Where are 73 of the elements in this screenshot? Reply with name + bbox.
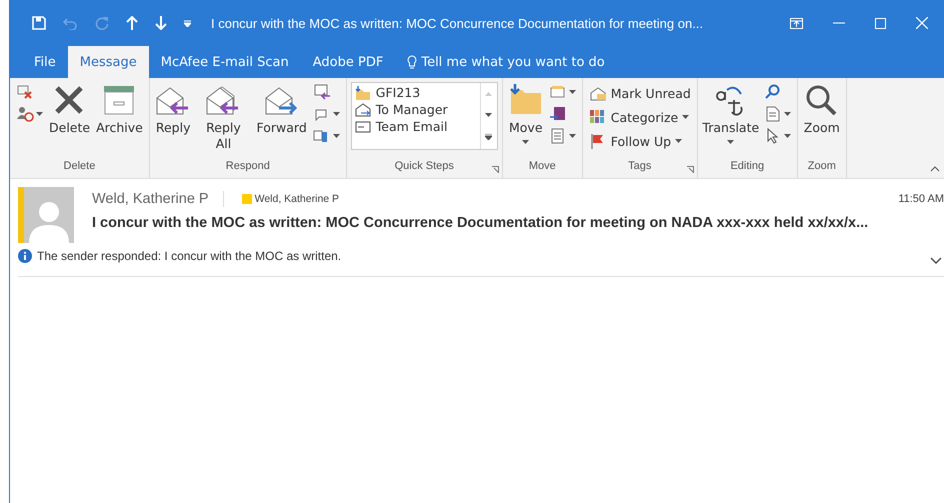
next-item-button[interactable] bbox=[155, 16, 167, 30]
group-label: Editing bbox=[729, 160, 766, 174]
expand-header-button[interactable] bbox=[930, 257, 942, 264]
category-tag: Weld, Katherine P bbox=[242, 193, 340, 205]
group-label: Respond bbox=[224, 160, 271, 174]
lightbulb-icon bbox=[407, 54, 418, 70]
group-label: Move bbox=[528, 160, 557, 174]
window-title: I concur with the MOC as written: MOC Concurrence Documentation for meeting on... bbox=[211, 16, 704, 30]
ribbon-button[interactable]: Archive bbox=[94, 82, 145, 138]
caret-icon bbox=[784, 134, 791, 138]
close-icon bbox=[916, 17, 928, 29]
chevron-down-icon bbox=[930, 257, 942, 264]
folder-icon bbox=[354, 86, 371, 100]
magnifier-icon bbox=[804, 84, 839, 116]
tag-button[interactable]: Mark Unread bbox=[586, 82, 693, 104]
info-text: The sender responded: I concur with the MOC as written. bbox=[37, 249, 342, 263]
close-button[interactable] bbox=[916, 17, 928, 29]
chevron-up-icon bbox=[930, 166, 940, 172]
ribbon-tab[interactable]: File bbox=[22, 46, 68, 78]
maximize-icon bbox=[875, 18, 886, 28]
caret-icon bbox=[332, 134, 340, 138]
collapse-ribbon-button[interactable] bbox=[930, 166, 940, 172]
minimize-button[interactable] bbox=[833, 22, 845, 24]
message-subject: I concur with the MOC as written: MOC Concurrence Documentation for meeting on NADA xxx-xxx held xx/xx/x... bbox=[92, 215, 870, 231]
quick-step-item[interactable]: To Manager bbox=[352, 101, 480, 118]
group-label: Quick Steps bbox=[394, 160, 455, 174]
dialog-launcher-icon[interactable] bbox=[492, 166, 499, 173]
caret-icon bbox=[332, 112, 340, 116]
tag-button[interactable]: Categorize bbox=[586, 106, 693, 128]
save-button[interactable] bbox=[32, 16, 46, 30]
ribbon-button[interactable]: Delete bbox=[47, 82, 92, 138]
expand-gallery-icon[interactable] bbox=[485, 134, 492, 140]
minimize-icon bbox=[833, 22, 845, 24]
ribbon-button[interactable]: Forward bbox=[254, 82, 309, 138]
tag-button[interactable]: Follow Up bbox=[586, 130, 693, 152]
search-icon bbox=[764, 84, 782, 100]
ribbon-button[interactable]: Reply All bbox=[194, 82, 252, 154]
caret-icon bbox=[568, 90, 576, 94]
quick-step-item[interactable]: Team Email bbox=[352, 118, 480, 135]
document-icon bbox=[764, 106, 782, 122]
maximize-button[interactable] bbox=[875, 18, 886, 28]
sender-name: Weld, Katherine P bbox=[92, 191, 224, 207]
ribbon-options-button[interactable] bbox=[790, 18, 803, 28]
block-sender-icon bbox=[16, 106, 34, 122]
group-label: Tags bbox=[627, 160, 652, 174]
ribbon-tab[interactable]: McAfee E-mail Scan bbox=[148, 46, 301, 78]
caret-icon bbox=[784, 112, 791, 116]
tell-me-field[interactable]: Tell me what you want to do bbox=[401, 46, 611, 78]
group-label: Zoom bbox=[806, 160, 837, 174]
previous-item-button[interactable] bbox=[126, 16, 138, 30]
ribbon-button[interactable]: Move bbox=[506, 82, 545, 146]
customize-button[interactable] bbox=[184, 20, 191, 26]
flag-bar bbox=[18, 187, 24, 243]
block-sender-button[interactable] bbox=[14, 104, 45, 124]
category-grid-icon bbox=[588, 109, 607, 125]
ribbon-button[interactable]: Zoom bbox=[802, 82, 842, 138]
group-label: Delete bbox=[62, 160, 96, 174]
ribbon-button[interactable]: Reply bbox=[154, 82, 192, 138]
caret-icon bbox=[568, 134, 576, 138]
scroll-down-icon bbox=[485, 112, 492, 117]
ribbon-tab[interactable]: Adobe PDF bbox=[300, 46, 396, 78]
avatar-silhouette bbox=[24, 187, 74, 243]
dialog-launcher-icon[interactable] bbox=[686, 166, 694, 173]
quick-step-item[interactable]: GFI213 bbox=[352, 84, 480, 101]
ribbon-options-icon bbox=[790, 18, 803, 28]
ribbon-tab[interactable]: Message bbox=[68, 46, 149, 78]
received-time: 11:50 AM bbox=[898, 193, 944, 205]
caret-icon bbox=[36, 112, 43, 116]
ribbon-button[interactable]: Translate bbox=[702, 82, 760, 146]
archive-box-icon bbox=[102, 84, 136, 116]
envelopes-icon bbox=[206, 84, 240, 116]
folder-icon bbox=[508, 84, 543, 116]
info-icon bbox=[18, 249, 32, 263]
